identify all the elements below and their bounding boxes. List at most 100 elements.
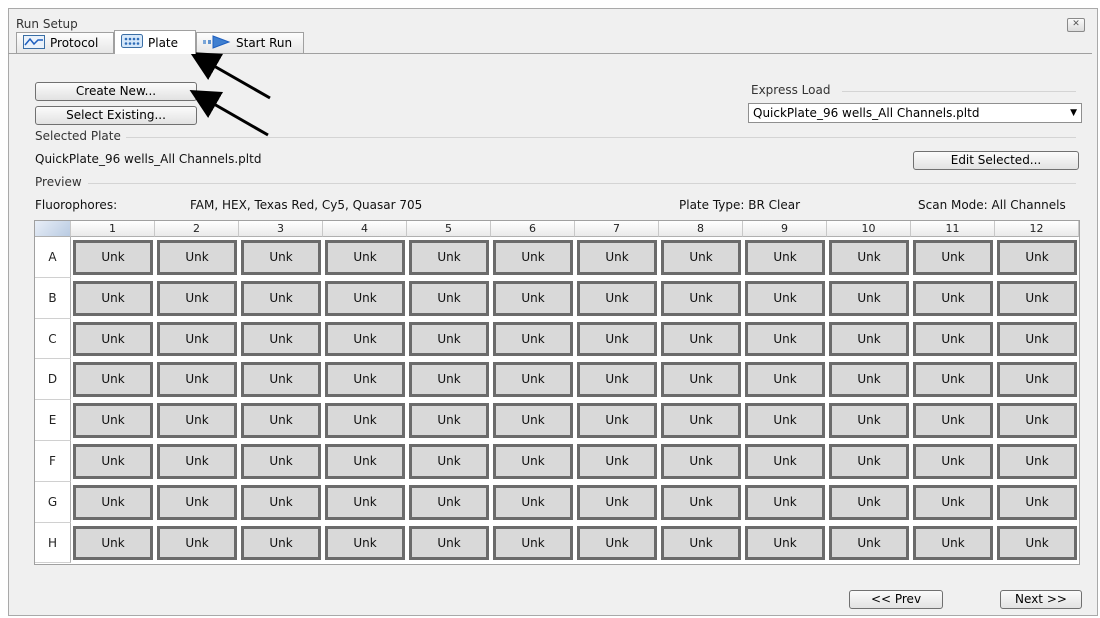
row-header-C[interactable]: C — [35, 318, 71, 360]
well-F12[interactable]: Unk — [997, 444, 1077, 479]
well-G11[interactable]: Unk — [913, 484, 993, 520]
column-header-4[interactable]: 4 — [323, 221, 407, 237]
well-C11[interactable]: Unk — [913, 321, 993, 357]
well-F6[interactable]: Unk — [493, 444, 573, 479]
well-H8[interactable]: Unk — [661, 525, 741, 561]
express-load-dropdown[interactable]: QuickPlate_96 wells_All Channels.pltd ▼ — [748, 103, 1082, 123]
well-D10[interactable]: Unk — [829, 362, 909, 398]
well-E10[interactable]: Unk — [829, 403, 909, 438]
well-F8[interactable]: Unk — [661, 444, 741, 479]
well-B3[interactable]: Unk — [241, 280, 321, 316]
row-header-G[interactable]: G — [35, 481, 71, 523]
well-D12[interactable]: Unk — [997, 362, 1077, 398]
well-A8[interactable]: Unk — [661, 240, 741, 275]
select-existing-button[interactable]: Select Existing... — [35, 106, 197, 125]
well-A1[interactable]: Unk — [73, 240, 153, 275]
well-H11[interactable]: Unk — [913, 525, 993, 561]
well-B8[interactable]: Unk — [661, 280, 741, 316]
well-C2[interactable]: Unk — [157, 321, 237, 357]
well-B4[interactable]: Unk — [325, 280, 405, 316]
tab-start-run[interactable]: Start Run — [196, 32, 304, 53]
create-new-button[interactable]: Create New... — [35, 82, 197, 101]
row-header-E[interactable]: E — [35, 400, 71, 441]
well-A4[interactable]: Unk — [325, 240, 405, 275]
well-F9[interactable]: Unk — [745, 444, 825, 479]
well-A12[interactable]: Unk — [997, 240, 1077, 275]
well-B10[interactable]: Unk — [829, 280, 909, 316]
well-C9[interactable]: Unk — [745, 321, 825, 357]
column-header-12[interactable]: 12 — [995, 221, 1079, 237]
well-H9[interactable]: Unk — [745, 525, 825, 561]
column-header-10[interactable]: 10 — [827, 221, 911, 237]
well-E3[interactable]: Unk — [241, 403, 321, 438]
well-G7[interactable]: Unk — [577, 484, 657, 520]
well-D11[interactable]: Unk — [913, 362, 993, 398]
row-header-D[interactable]: D — [35, 359, 71, 401]
row-header-B[interactable]: B — [35, 277, 71, 319]
well-H6[interactable]: Unk — [493, 525, 573, 561]
well-H12[interactable]: Unk — [997, 525, 1077, 561]
well-F4[interactable]: Unk — [325, 444, 405, 479]
well-H3[interactable]: Unk — [241, 525, 321, 561]
well-B12[interactable]: Unk — [997, 280, 1077, 316]
well-G10[interactable]: Unk — [829, 484, 909, 520]
well-C6[interactable]: Unk — [493, 321, 573, 357]
well-G2[interactable]: Unk — [157, 484, 237, 520]
well-G8[interactable]: Unk — [661, 484, 741, 520]
well-D1[interactable]: Unk — [73, 362, 153, 398]
well-D8[interactable]: Unk — [661, 362, 741, 398]
well-E2[interactable]: Unk — [157, 403, 237, 438]
close-icon[interactable]: ✕ — [1067, 18, 1085, 32]
well-A9[interactable]: Unk — [745, 240, 825, 275]
well-C4[interactable]: Unk — [325, 321, 405, 357]
well-C7[interactable]: Unk — [577, 321, 657, 357]
well-A11[interactable]: Unk — [913, 240, 993, 275]
well-A10[interactable]: Unk — [829, 240, 909, 275]
well-C1[interactable]: Unk — [73, 321, 153, 357]
prev-button[interactable]: << Prev — [849, 590, 943, 609]
well-D5[interactable]: Unk — [409, 362, 489, 398]
well-B1[interactable]: Unk — [73, 280, 153, 316]
well-E4[interactable]: Unk — [325, 403, 405, 438]
column-header-6[interactable]: 6 — [491, 221, 575, 237]
well-H1[interactable]: Unk — [73, 525, 153, 561]
well-E5[interactable]: Unk — [409, 403, 489, 438]
row-header-H[interactable]: H — [35, 522, 71, 564]
well-C8[interactable]: Unk — [661, 321, 741, 357]
well-B11[interactable]: Unk — [913, 280, 993, 316]
well-A7[interactable]: Unk — [577, 240, 657, 275]
well-D3[interactable]: Unk — [241, 362, 321, 398]
column-header-11[interactable]: 11 — [911, 221, 995, 237]
well-D7[interactable]: Unk — [577, 362, 657, 398]
well-G6[interactable]: Unk — [493, 484, 573, 520]
well-F7[interactable]: Unk — [577, 444, 657, 479]
column-header-3[interactable]: 3 — [239, 221, 323, 237]
well-G4[interactable]: Unk — [325, 484, 405, 520]
well-F10[interactable]: Unk — [829, 444, 909, 479]
well-B9[interactable]: Unk — [745, 280, 825, 316]
well-E6[interactable]: Unk — [493, 403, 573, 438]
well-B5[interactable]: Unk — [409, 280, 489, 316]
well-E11[interactable]: Unk — [913, 403, 993, 438]
well-D9[interactable]: Unk — [745, 362, 825, 398]
well-B2[interactable]: Unk — [157, 280, 237, 316]
well-F5[interactable]: Unk — [409, 444, 489, 479]
well-A2[interactable]: Unk — [157, 240, 237, 275]
well-E7[interactable]: Unk — [577, 403, 657, 438]
tab-plate[interactable]: Plate — [114, 30, 196, 54]
well-H10[interactable]: Unk — [829, 525, 909, 561]
well-F2[interactable]: Unk — [157, 444, 237, 479]
well-C10[interactable]: Unk — [829, 321, 909, 357]
column-header-1[interactable]: 1 — [71, 221, 155, 237]
well-D4[interactable]: Unk — [325, 362, 405, 398]
well-F1[interactable]: Unk — [73, 444, 153, 479]
column-header-5[interactable]: 5 — [407, 221, 491, 237]
well-H5[interactable]: Unk — [409, 525, 489, 561]
well-B7[interactable]: Unk — [577, 280, 657, 316]
row-header-F[interactable]: F — [35, 441, 71, 482]
tab-protocol[interactable]: Protocol — [16, 32, 114, 53]
well-D2[interactable]: Unk — [157, 362, 237, 398]
edit-selected-button[interactable]: Edit Selected... — [913, 151, 1079, 170]
column-header-9[interactable]: 9 — [743, 221, 827, 237]
well-G5[interactable]: Unk — [409, 484, 489, 520]
